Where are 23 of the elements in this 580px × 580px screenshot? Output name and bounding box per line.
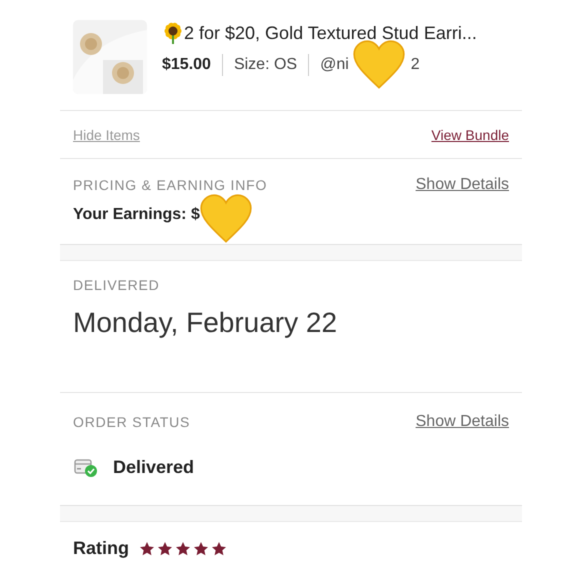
heart-icon (352, 40, 406, 90)
seller-username: @ni (320, 56, 349, 74)
seller-username: 2 (410, 56, 420, 74)
star-icon (211, 540, 227, 556)
section-heading: PRICING & EARNING INFO (73, 177, 268, 193)
star-icon (193, 540, 209, 556)
rating-label: Rating (73, 538, 129, 559)
order-status-text: Delivered (113, 456, 194, 478)
earnings-label: Your Earnings: $ (73, 206, 200, 224)
sunflower-icon (162, 22, 184, 44)
heart-icon (199, 194, 253, 244)
item-size: Size: OS (234, 56, 298, 74)
show-details-link[interactable]: Show Details (416, 413, 509, 431)
star-icon (157, 540, 173, 556)
star-icon (139, 540, 155, 556)
item-price: $15.00 (162, 56, 211, 74)
item-title: 2 for $20, Gold Textured Stud Earri... (184, 22, 477, 44)
section-heading: DELIVERED (73, 277, 161, 293)
star-icon (175, 540, 191, 556)
view-bundle-link[interactable]: View Bundle (431, 127, 509, 143)
delivery-date: Monday, February 22 (72, 306, 338, 340)
section-heading: ORDER STATUS (73, 414, 190, 430)
show-details-link[interactable]: Show Details (416, 176, 509, 194)
